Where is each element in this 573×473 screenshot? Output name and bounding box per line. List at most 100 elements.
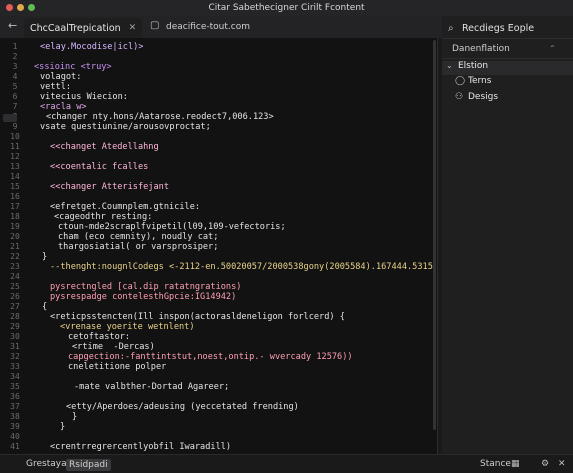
code-line[interactable]: } [60, 422, 65, 432]
line-number: 15 [10, 182, 20, 191]
line-number: 3 [12, 62, 18, 71]
code-line[interactable]: volagot: [40, 72, 81, 82]
line-number: 4 [12, 72, 18, 81]
line-number: 5 [12, 82, 18, 91]
code-line[interactable]: <<coentalic fcalles [50, 162, 148, 172]
current-line-marker [3, 114, 17, 122]
status-badge[interactable]: Rsidpadi [66, 459, 111, 471]
sidebar-item-elstion[interactable]: ⌄ Elstion [442, 61, 573, 75]
code-line[interactable]: cham (eco cemnity), noudly cat; [58, 232, 218, 242]
code-line[interactable]: <rtime -Dercas) [72, 342, 155, 352]
code-line[interactable]: <changer nty.hons/Aatarose.reodect7,006.… [46, 112, 274, 122]
line-number: 6 [12, 92, 18, 101]
code-line[interactable]: { [42, 302, 47, 312]
code-line[interactable]: <<changet Atedellahng [50, 142, 159, 152]
line-number: 29 [10, 322, 20, 331]
line-number: 11 [10, 142, 20, 151]
line-number: 1 [12, 42, 18, 51]
chevron-up-icon[interactable]: ⌃ [549, 44, 556, 53]
line-number: 21 [10, 242, 20, 251]
code-line[interactable]: vettl: [40, 82, 71, 92]
code-line[interactable]: <reticpsstencten(Ill inspon(actorasldene… [50, 312, 345, 322]
code-line[interactable]: <<changer Atterisfejant [50, 182, 169, 192]
line-number: 33 [10, 362, 20, 371]
line-number: 2 [12, 52, 18, 61]
sidebar-item-terns[interactable]: ◯ Terns [442, 76, 573, 90]
chevron-down-icon: ⌄ [446, 61, 453, 70]
line-number: 20 [10, 232, 20, 241]
line-number: 16 [10, 192, 20, 201]
line-number: 35 [10, 382, 20, 391]
editor-scrollbar[interactable] [433, 40, 436, 430]
line-number: 32 [10, 352, 20, 361]
divider [442, 38, 573, 39]
code-line[interactable]: <crentrregrercentlyobfil Iwaradill) [50, 442, 231, 452]
code-line[interactable]: <elay.Mocodise|icl)> [40, 42, 143, 52]
code-line[interactable]: --thenght:nougnlCodegs <-2112-en.5002005… [50, 262, 437, 272]
status-bar: Grestaya Rsidpadi Stance ▦ ⚙ ✕ [0, 454, 573, 473]
line-number: 34 [10, 372, 20, 381]
code-line[interactable]: <etty/Aperdoes/adeusing (yeccetated fren… [66, 402, 299, 412]
code-line[interactable]: <ssioinc <truy> [34, 62, 112, 72]
line-number: 25 [10, 282, 20, 291]
code-line[interactable]: } [72, 412, 77, 422]
search-field[interactable]: Recdiegs Eople [462, 23, 534, 34]
line-number: 41 [10, 442, 20, 451]
tab-active[interactable]: ChcCaalTrepication ✕ [24, 18, 143, 38]
code-line[interactable]: vitecius Wiecion: [40, 92, 128, 102]
section-label: Danenflation [452, 44, 510, 54]
sidebar-item-desigs[interactable]: ⚇ Desigs [442, 92, 573, 106]
code-line[interactable]: pysrectngled [cal.dip ratatngrations) [50, 282, 241, 292]
window-titlebar: Citar Sabethecigner Cirilt Fcontent [0, 0, 573, 16]
code-line[interactable]: <cageodthr resting: [54, 212, 152, 222]
code-line[interactable]: <vrenase yoerite wetnlent) [60, 322, 195, 332]
close-icon[interactable]: ✕ [558, 459, 566, 469]
code-editor[interactable]: 1234567891011121314151617181920212223242… [0, 38, 437, 454]
back-arrow-icon[interactable]: ← [8, 20, 17, 32]
line-number: 13 [10, 162, 20, 171]
line-number: 7 [12, 102, 18, 111]
people-icon: ⚇ [455, 92, 464, 102]
code-line[interactable]: <racla w> [40, 102, 87, 112]
code-line[interactable]: cneletitione polper [68, 362, 166, 372]
line-number: 30 [10, 332, 20, 341]
code-line[interactable]: pysrespadge contelesthGpcie:IG14942) [50, 292, 236, 302]
code-line[interactable]: <efretget.Coumnplem.gtnicile: [50, 202, 200, 212]
right-sidebar: ⌕ Recdiegs Eople Danenflation ⌃ ⌄ Elstio… [442, 16, 573, 454]
divider [442, 58, 573, 59]
line-number: 12 [10, 152, 20, 161]
line-number: 26 [10, 292, 20, 301]
status-left-label[interactable]: Grestaya [26, 459, 67, 469]
code-line[interactable]: capgection:-fanttintstut,noest,ontip.- w… [68, 352, 353, 362]
file-path: deacifice-tout.com [166, 22, 250, 32]
grid-icon[interactable]: ▦ [511, 459, 520, 469]
code-line[interactable]: vsate questiunine/arousovproctat; [40, 122, 211, 132]
code-line[interactable]: } [42, 252, 47, 262]
line-number: 36 [10, 392, 20, 401]
search-icon[interactable]: ⌕ [448, 23, 454, 34]
code-line[interactable]: thargosiatial( or varsprosiper; [58, 242, 218, 252]
status-right-label[interactable]: Stance [480, 459, 511, 469]
document-icon: ▢ [150, 20, 160, 31]
sidebar-item-label: Elstion [458, 61, 489, 71]
line-number: 9 [12, 122, 18, 131]
code-line[interactable]: -mate valbther-Dortad Agareer; [74, 382, 229, 392]
line-number: 23 [10, 262, 20, 271]
line-number: 10 [10, 132, 20, 141]
line-number: 31 [10, 342, 20, 351]
line-number: 39 [10, 422, 20, 431]
line-number: 14 [10, 172, 20, 181]
line-number: 18 [10, 212, 20, 221]
code-line[interactable]: cetoftastor: [68, 332, 130, 342]
line-number: 37 [10, 402, 20, 411]
section-header[interactable]: Danenflation ⌃ [442, 44, 573, 58]
close-tab-icon[interactable]: ✕ [129, 23, 137, 33]
sidebar-item-label: Desigs [468, 92, 499, 102]
sidebar-item-label: Terns [468, 76, 492, 86]
window-title: Citar Sabethecigner Cirilt Fcontent [208, 3, 365, 13]
line-number: 24 [10, 272, 20, 281]
circle-outline-icon: ◯ [455, 76, 466, 86]
code-line[interactable]: ctoun-mde2scraplfvipetil(l09,109-vefecto… [58, 222, 286, 232]
line-number: 38 [10, 412, 20, 421]
settings-icon[interactable]: ⚙ [541, 459, 549, 469]
